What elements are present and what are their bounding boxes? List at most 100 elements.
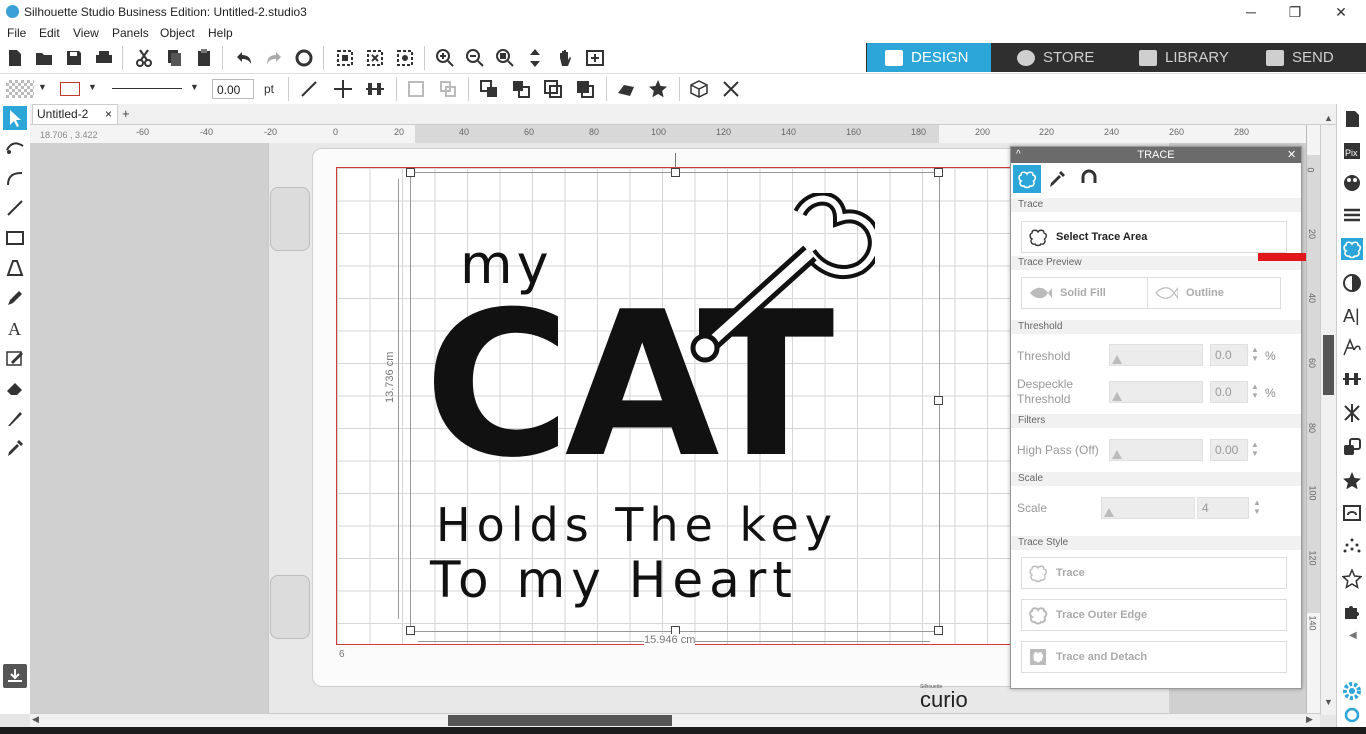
- new-tab-button[interactable]: +: [122, 106, 130, 121]
- redo-icon[interactable]: [263, 47, 285, 69]
- resize-handle[interactable]: [406, 626, 415, 635]
- line-style-dropdown-icon[interactable]: ▼: [190, 82, 199, 92]
- eyedropper-icon[interactable]: [3, 436, 27, 460]
- line-style-preview[interactable]: [112, 88, 182, 89]
- line-color-swatch[interactable]: [60, 82, 80, 96]
- slider-thumb[interactable]: [1112, 392, 1122, 401]
- scroll-left-icon[interactable]: ◀: [32, 714, 39, 725]
- menu-object[interactable]: Object: [160, 26, 195, 40]
- minimize-button[interactable]: ─: [1228, 2, 1274, 22]
- trace-button[interactable]: Trace: [1021, 557, 1287, 589]
- page-setup-icon[interactable]: [1341, 108, 1363, 130]
- send-backward-icon[interactable]: [574, 78, 596, 100]
- trace-and-detach-button[interactable]: Trace and Detach: [1021, 641, 1287, 673]
- bring-to-front-icon[interactable]: [478, 78, 500, 100]
- threshold-slider[interactable]: [1109, 344, 1203, 366]
- resize-handle[interactable]: [934, 626, 943, 635]
- delete-x-icon[interactable]: [720, 78, 742, 100]
- settings-gear-icon[interactable]: [1341, 680, 1363, 702]
- line-draw-icon[interactable]: [3, 196, 27, 220]
- line-width-input[interactable]: 0.00: [212, 79, 254, 99]
- pencil-tool-icon[interactable]: [3, 286, 27, 310]
- scroll-up-icon[interactable]: ▲: [1324, 113, 1333, 123]
- solid-fill-button[interactable]: Solid Fill: [1021, 277, 1153, 309]
- transform-icon[interactable]: [1341, 402, 1363, 424]
- pixscan-eyedropper-icon[interactable]: [1047, 169, 1069, 191]
- save-icon[interactable]: [63, 47, 85, 69]
- slider-thumb[interactable]: [1112, 355, 1122, 364]
- slider-thumb[interactable]: [1112, 450, 1122, 459]
- threshold-spinner[interactable]: ▲ ▼: [1251, 345, 1259, 363]
- download-tray-icon[interactable]: [3, 664, 27, 688]
- offset-icon[interactable]: [1341, 502, 1363, 524]
- document-tab[interactable]: Untitled-2 ×: [32, 104, 118, 124]
- threshold-input[interactable]: 0.0: [1210, 344, 1248, 366]
- select-trace-area-button[interactable]: Select Trace Area: [1021, 221, 1287, 253]
- close-panel-icon[interactable]: ✕: [1287, 147, 1296, 163]
- trace-panel-header[interactable]: ^ TRACE ✕: [1011, 147, 1301, 163]
- resize-handle[interactable]: [671, 168, 680, 177]
- align-icon[interactable]: [364, 78, 386, 100]
- horizontal-scroll-thumb[interactable]: [448, 715, 672, 726]
- refresh-icon[interactable]: [293, 47, 315, 69]
- new-document-icon[interactable]: [4, 47, 26, 69]
- 3d-box-icon[interactable]: [688, 78, 710, 100]
- star-outline-icon[interactable]: [1341, 568, 1363, 590]
- weld-icon[interactable]: [615, 78, 637, 100]
- resize-handle[interactable]: [934, 168, 943, 177]
- ungroup-icon[interactable]: [437, 78, 459, 100]
- pixscan-icon[interactable]: Pix: [1341, 140, 1363, 162]
- line-tool-icon[interactable]: [298, 78, 320, 100]
- text-to-path-icon[interactable]: [1341, 336, 1363, 358]
- menu-file[interactable]: File: [7, 26, 26, 40]
- rotate-handle-line[interactable]: [675, 153, 676, 168]
- puzzle-icon[interactable]: [1341, 600, 1363, 622]
- high-pass-input[interactable]: 0.00: [1210, 439, 1248, 461]
- paste-icon[interactable]: [193, 47, 215, 69]
- align-panel-icon[interactable]: [1341, 368, 1363, 390]
- fill-palette-icon[interactable]: [1341, 172, 1363, 194]
- open-folder-icon[interactable]: [33, 47, 55, 69]
- trace-panel-icon[interactable]: [1341, 238, 1363, 260]
- menu-edit[interactable]: Edit: [39, 26, 60, 40]
- scale-slider[interactable]: [1101, 497, 1195, 519]
- scale-input[interactable]: 4: [1197, 497, 1249, 519]
- magnet-icon[interactable]: [1079, 169, 1101, 191]
- zoom-box-icon[interactable]: [494, 47, 516, 69]
- sketch-dots-icon[interactable]: [1341, 536, 1363, 558]
- resize-handle[interactable]: [406, 168, 415, 177]
- knife-tool-icon[interactable]: [3, 406, 27, 430]
- outline-button[interactable]: Outline: [1147, 277, 1281, 309]
- horizontal-scrollbar[interactable]: ◀ ▶: [30, 713, 1320, 727]
- tab-send[interactable]: SEND: [1248, 43, 1366, 72]
- replicate-icon[interactable]: [1341, 436, 1363, 458]
- send-to-back-icon[interactable]: [510, 78, 532, 100]
- vertical-scrollbar[interactable]: ▲ ▼: [1320, 113, 1337, 715]
- menu-panels[interactable]: Panels: [112, 26, 149, 40]
- collapse-left-icon[interactable]: ◀: [1349, 630, 1357, 641]
- edit-points-icon[interactable]: [394, 47, 416, 69]
- image-edit-icon[interactable]: [3, 346, 27, 370]
- resize-handle[interactable]: [934, 396, 943, 405]
- tab-library[interactable]: LIBRARY: [1121, 43, 1245, 72]
- vertical-scroll-thumb[interactable]: [1323, 335, 1334, 395]
- zoom-out-icon[interactable]: [464, 47, 486, 69]
- despeckle-slider[interactable]: [1109, 381, 1203, 403]
- collapse-chevron-icon[interactable]: ^: [1016, 147, 1021, 163]
- move-page-icon[interactable]: [524, 47, 546, 69]
- point-edit-icon[interactable]: [3, 136, 27, 160]
- polygon-tool-icon[interactable]: [3, 256, 27, 280]
- high-pass-slider[interactable]: [1109, 439, 1203, 461]
- line-color-dropdown-icon[interactable]: ▼: [88, 82, 97, 92]
- close-tab-icon[interactable]: ×: [105, 107, 112, 121]
- star-shape-icon[interactable]: [647, 78, 669, 100]
- cut-icon[interactable]: [133, 47, 155, 69]
- image-effects-icon[interactable]: [1341, 272, 1363, 294]
- select-all-icon[interactable]: [334, 47, 356, 69]
- move-icon[interactable]: [332, 78, 354, 100]
- high-pass-spinner[interactable]: ▲ ▼: [1251, 440, 1259, 458]
- fill-color-swatch[interactable]: [6, 80, 34, 98]
- fill-dropdown-icon[interactable]: ▼: [38, 82, 47, 92]
- favorites-star-icon[interactable]: [1341, 470, 1363, 492]
- group-icon[interactable]: [405, 78, 427, 100]
